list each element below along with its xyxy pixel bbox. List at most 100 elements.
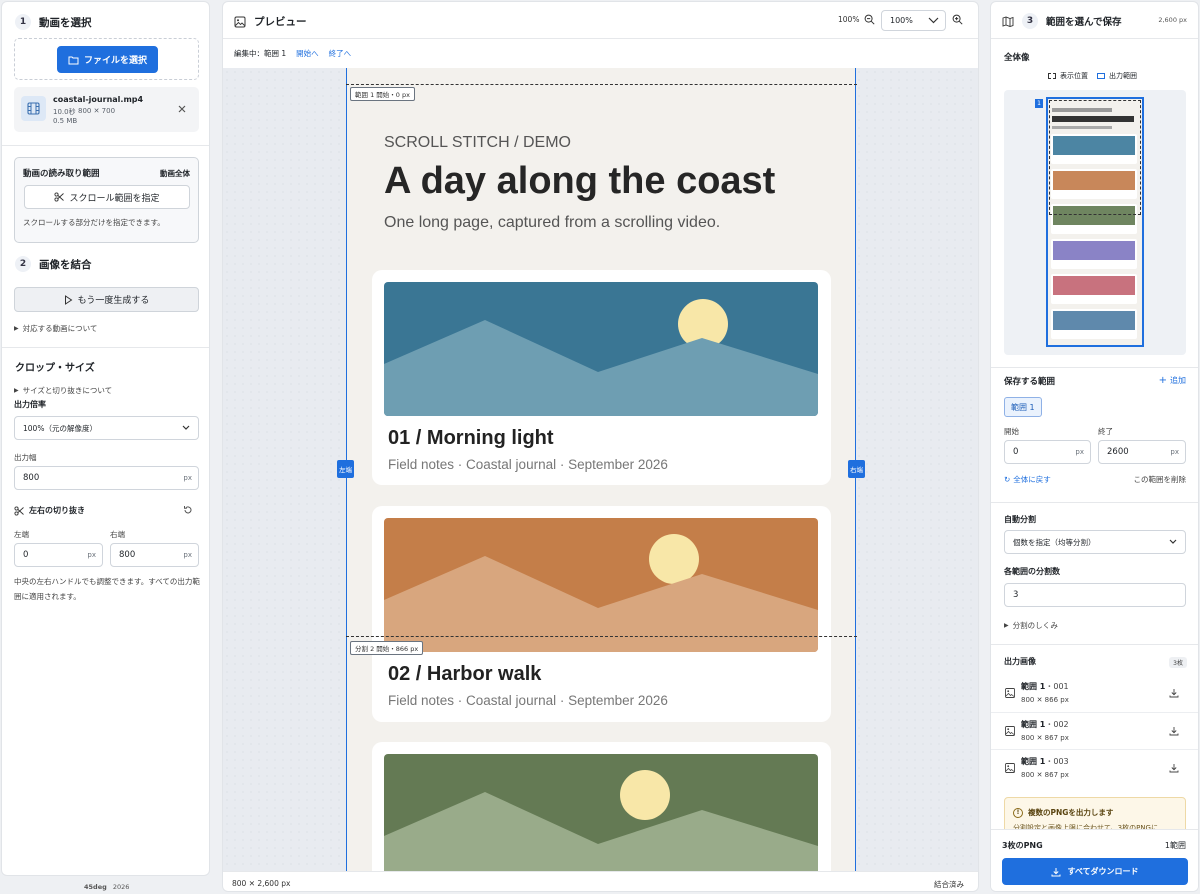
crop-about-label: サイズと切り抜きについて xyxy=(22,386,113,395)
go-to-start-link[interactable]: 開始へ xyxy=(296,48,319,59)
split-start-tag: 分割 2 開始・866 px xyxy=(350,641,424,655)
zoom-select-value: 100% xyxy=(890,16,913,25)
footer-credit: 45deg 2026 xyxy=(84,883,129,891)
download-icon[interactable] xyxy=(1169,688,1179,698)
crop-bounds xyxy=(346,68,856,871)
outputs-title: 出力画像 xyxy=(1004,657,1036,666)
output-name: 範囲 1・001 xyxy=(1021,681,1069,692)
footer-year: 2026 xyxy=(112,883,130,891)
reset-range-button[interactable]: ↻ 全体に戻す xyxy=(1004,474,1051,485)
scale-label: 出力倍率 xyxy=(14,400,46,409)
split-how-label: 分割のしくみ xyxy=(1012,621,1058,630)
split-how-toggle[interactable]: ▶ 分割のしくみ xyxy=(1004,620,1058,631)
reset-icon[interactable] xyxy=(183,505,193,515)
lr-crop-title: 左右の切り抜き xyxy=(29,506,85,515)
left-crop-handle[interactable]: 左端 xyxy=(337,460,354,478)
download-all-button[interactable]: すべてダウンロード xyxy=(1002,858,1188,885)
supported-videos-toggle[interactable]: ▶ 対応する動画について xyxy=(14,323,97,334)
divider xyxy=(991,502,1198,503)
image-icon xyxy=(1005,726,1015,736)
crop-about-toggle[interactable]: ▶ サイズと切り抜きについて xyxy=(14,385,112,396)
disclosure-triangle-icon: ▶ xyxy=(1004,622,1009,629)
scale-select[interactable]: 100%（元の解像度） xyxy=(14,416,199,440)
right-edge-input[interactable]: 800 px xyxy=(110,543,199,567)
download-all-label: すべてダウンロード xyxy=(1067,867,1139,876)
set-scroll-range-button[interactable]: スクロール範囲を指定 xyxy=(24,185,190,209)
split-line xyxy=(346,636,857,637)
output-name: 範囲 1・002 xyxy=(1021,719,1069,730)
total-height-readout: 2,600 px xyxy=(1158,16,1187,24)
file-name: coastal-journal.mp4 xyxy=(53,95,144,104)
output-width-input[interactable]: 800 px xyxy=(14,466,199,490)
download-icon[interactable] xyxy=(1169,763,1179,773)
play-icon xyxy=(64,294,73,305)
folder-icon xyxy=(68,55,79,65)
width-label: 出力幅 xyxy=(14,453,37,462)
zoom-out-icon[interactable] xyxy=(864,14,875,25)
range-end-input[interactable]: 2600 px xyxy=(1098,440,1186,464)
download-icon[interactable] xyxy=(1169,726,1179,736)
regenerate-button[interactable]: もう一度生成する xyxy=(14,287,199,312)
preview-canvas[interactable]: SCROLL STITCH / DEMO A day along the coa… xyxy=(223,68,978,871)
right-crop-handle[interactable]: 右端 xyxy=(848,460,865,478)
divider xyxy=(991,367,1198,368)
split-count-input[interactable]: 3 xyxy=(1004,583,1186,607)
editing-range-label: 編集中：範囲 1 xyxy=(234,49,287,58)
step3-title: 範囲を選んで保存 xyxy=(1046,17,1122,28)
remove-file-icon[interactable] xyxy=(176,103,188,115)
add-range-button[interactable]: + 追加 xyxy=(1159,375,1186,386)
zoom-in-icon[interactable] xyxy=(952,14,963,25)
set-scroll-range-label: スクロール範囲を指定 xyxy=(69,193,160,204)
chevron-down-icon xyxy=(928,17,939,24)
zoom-readout: 100% xyxy=(838,15,860,24)
range-summary: 1範囲 xyxy=(1164,841,1186,850)
chevron-down-icon xyxy=(1169,539,1177,544)
read-range-box: 動画の読み取り範囲 動画全体 スクロール範囲を指定 スクロールする部分だけを指定… xyxy=(14,157,199,243)
canvas-size-status: 800 ✕ 2,600 px xyxy=(232,879,291,888)
read-range-title: 動画の読み取り範囲 xyxy=(23,169,100,179)
go-to-end-link[interactable]: 終了へ xyxy=(329,48,352,59)
right-edge-label: 右端 xyxy=(110,530,125,539)
output-width-value: 800 xyxy=(23,473,40,483)
left-panel: 1 動画を選択 ファイルを選択 coastal-journal.mp4 10.0… xyxy=(1,1,210,876)
save-footer: 3枚のPNG 1範囲 すべてダウンロード xyxy=(991,830,1198,891)
split-mode-select[interactable]: 個数を指定（均等分割） xyxy=(1004,530,1186,554)
output-item[interactable]: 範囲 1・003 800 ✕ 867 px xyxy=(991,749,1198,786)
supported-videos-label: 対応する動画について xyxy=(22,324,98,333)
range-end-unit: px xyxy=(1170,448,1179,456)
range-chip[interactable]: 範囲 1 xyxy=(1004,397,1042,417)
left-edge-unit: px xyxy=(87,551,96,559)
step3-header: 3 範囲を選んで保存 xyxy=(1002,13,1122,29)
split-count-label: 各範囲の分割数 xyxy=(1004,567,1060,576)
right-edge-unit: px xyxy=(183,551,192,559)
output-index: 001 xyxy=(1053,682,1069,691)
map-icon xyxy=(1002,16,1014,27)
film-icon xyxy=(21,96,46,121)
split-mode-value: 個数を指定（均等分割） xyxy=(1013,537,1096,547)
delete-range-button[interactable]: この範囲を削除 xyxy=(1134,474,1187,485)
view-position-icon xyxy=(1048,73,1056,79)
left-edge-input[interactable]: 0 px xyxy=(14,543,103,567)
range-start-input[interactable]: 0 px xyxy=(1004,440,1091,464)
output-item[interactable]: 範囲 1・001 800 ✕ 866 px xyxy=(991,675,1198,712)
view-position-box xyxy=(1049,100,1141,215)
overview-minimap[interactable]: 1 xyxy=(1004,90,1186,355)
output-item[interactable]: 範囲 1・002 800 ✕ 867 px xyxy=(991,712,1198,749)
choose-file-button[interactable]: ファイルを選択 xyxy=(57,46,158,73)
editing-bar: 編集中：範囲 1 開始へ 終了へ xyxy=(234,48,351,59)
divider xyxy=(991,644,1198,645)
step1-title: 動画を選択 xyxy=(39,16,92,29)
legend-view-label: 表示位置 xyxy=(1060,72,1088,80)
legend-output-label: 出力範囲 xyxy=(1109,72,1137,80)
range-start-unit: px xyxy=(1075,448,1084,456)
output-index: 002 xyxy=(1053,720,1069,729)
zoom-select[interactable]: 100% xyxy=(881,10,946,31)
start-label: 開始 xyxy=(1004,427,1019,436)
read-range-scope: 動画全体 xyxy=(160,169,190,178)
divider xyxy=(223,38,978,39)
disclosure-triangle-icon: ▶ xyxy=(14,325,19,332)
auto-split-title: 自動分割 xyxy=(1004,515,1036,524)
file-drop-zone[interactable]: ファイルを選択 xyxy=(14,38,199,80)
output-range-label: 範囲 1 xyxy=(1021,757,1046,766)
step2-number: 2 xyxy=(15,256,31,272)
